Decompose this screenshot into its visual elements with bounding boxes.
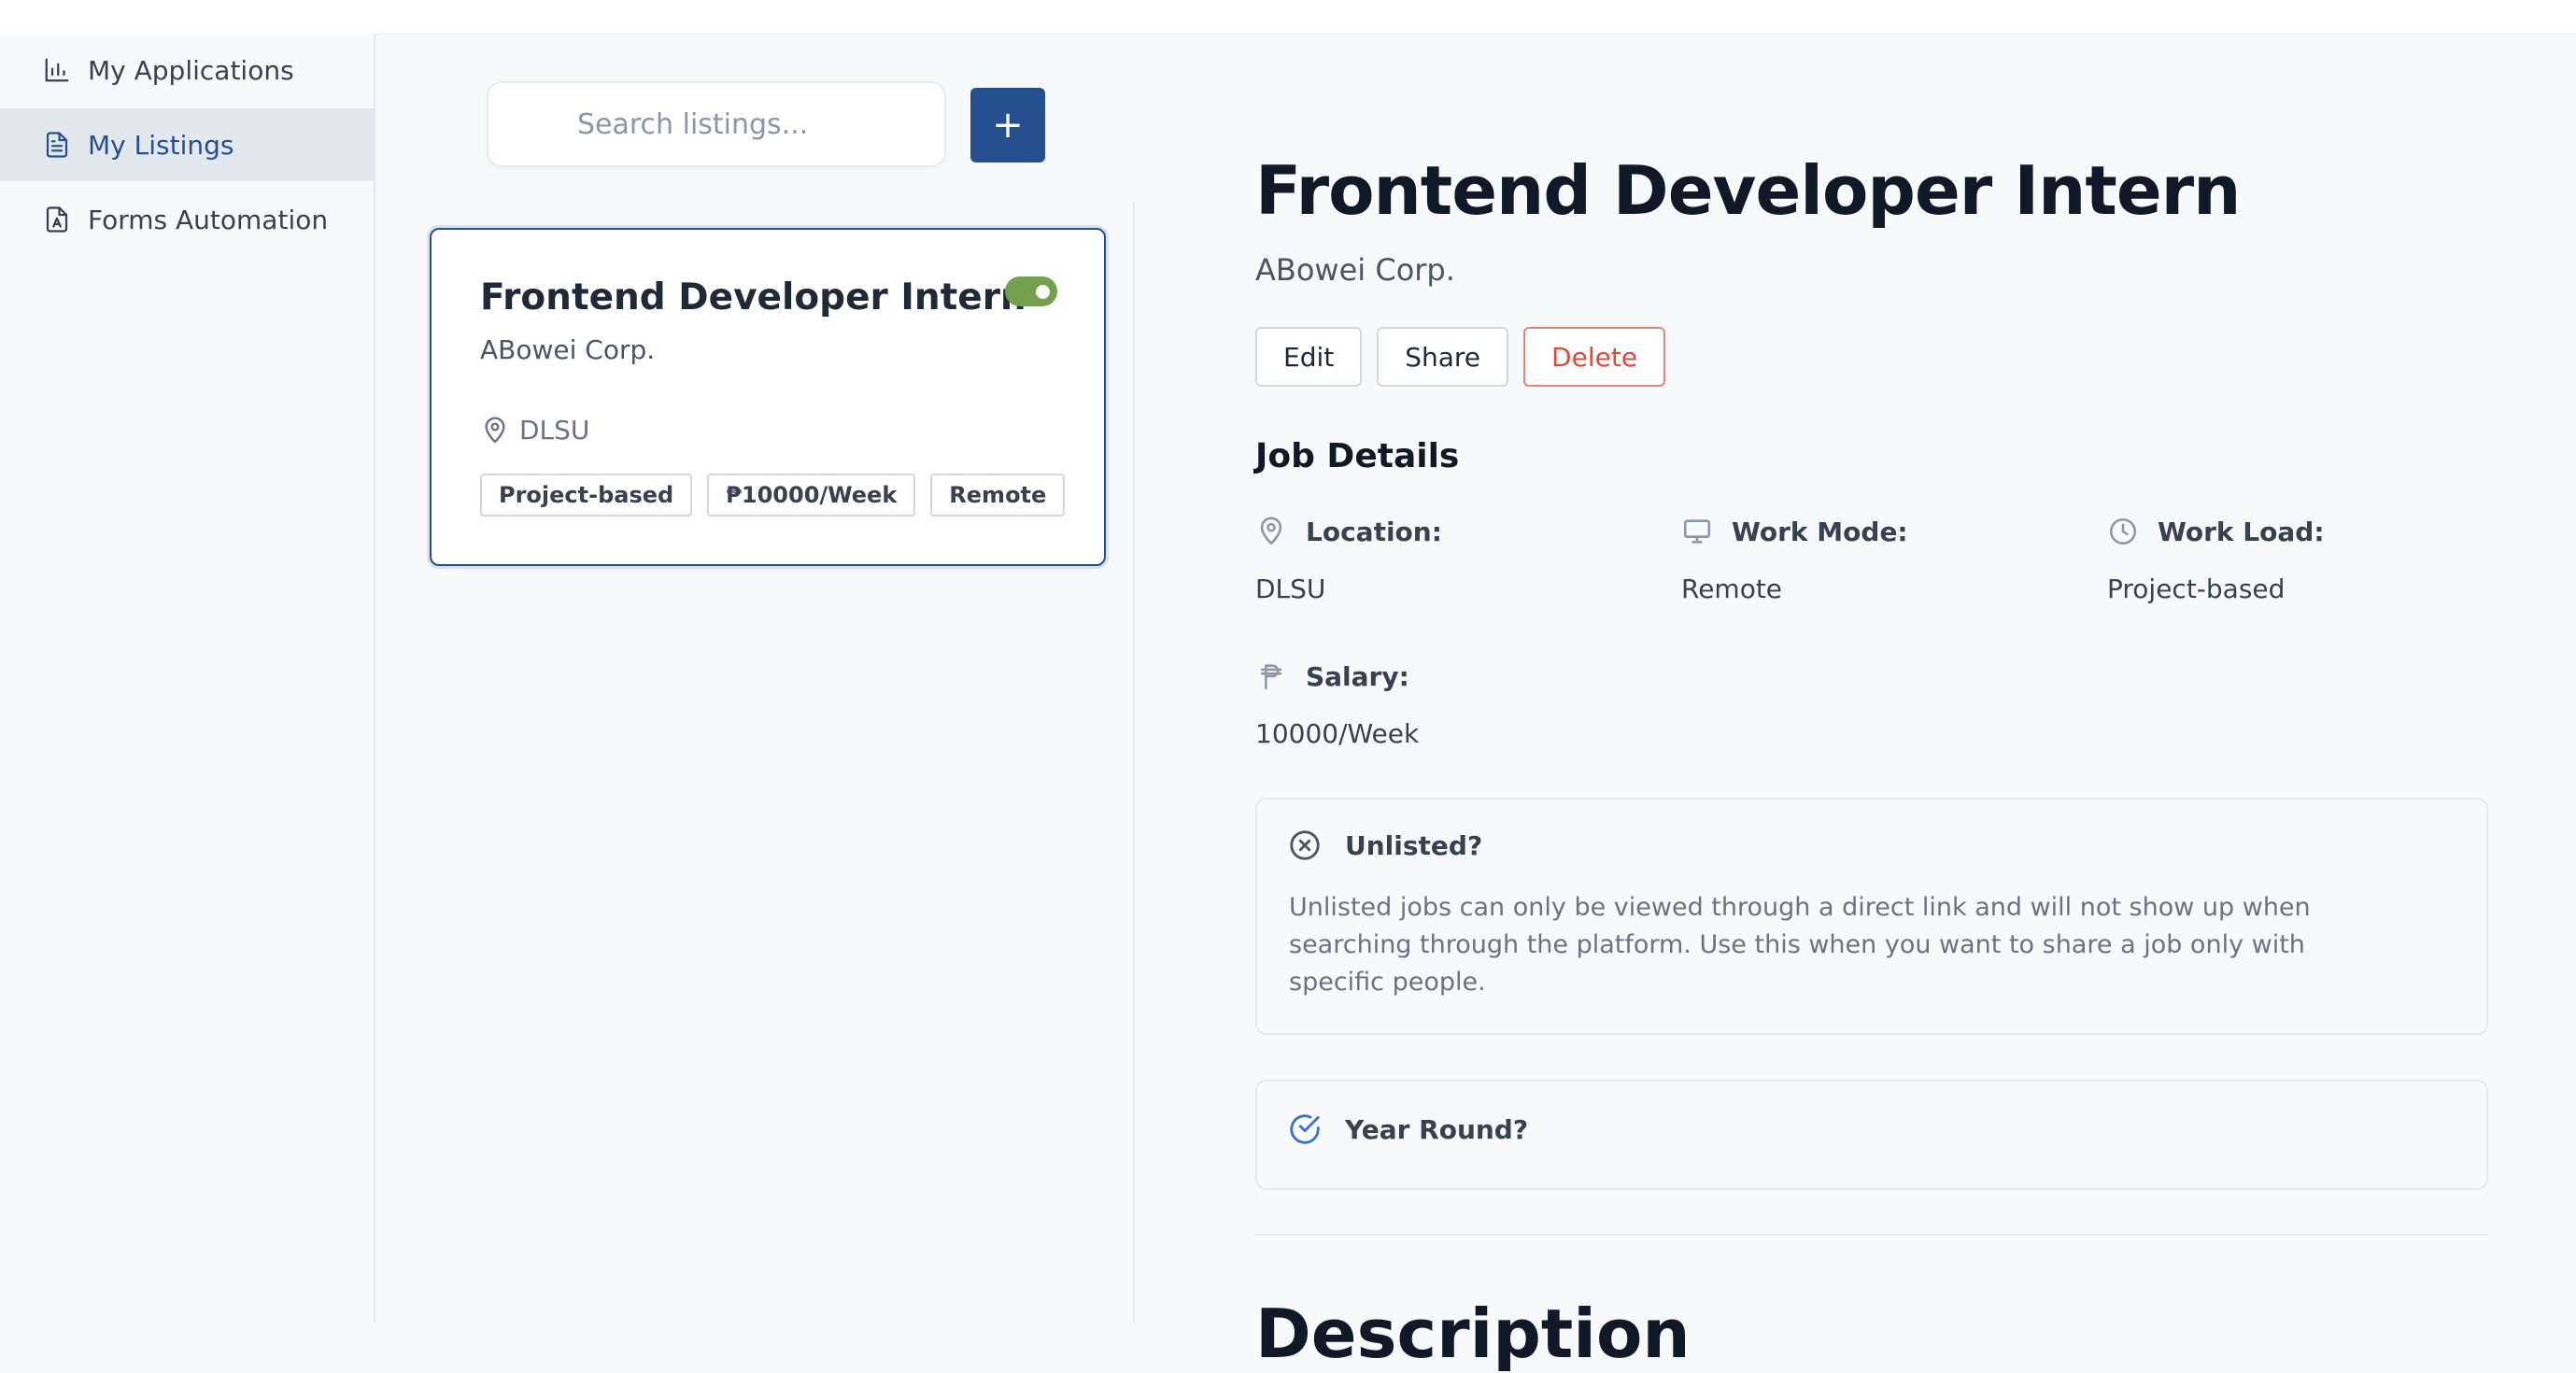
field-work-load: Work Load: Project-based [2107,516,2325,605]
column-divider [1133,202,1135,1323]
share-button[interactable]: Share [1377,327,1509,387]
tag-salary: ₱10000/Week [707,474,916,517]
job-details-heading: Job Details [1255,437,1460,475]
form-icon [43,205,88,234]
listing-toggle[interactable] [1005,276,1057,306]
page-title: Frontend Developer Intern [1255,151,2241,230]
year-round-label: Year Round? [1345,1113,1529,1145]
listing-tags: Project-based ₱10000/Week Remote [480,474,1066,517]
x-circle-icon [1290,830,1320,860]
sidebar: My Applications My Listings Forms Automa… [0,34,375,1323]
listing-title: Frontend Developer Intern [480,276,1026,318]
field-label: Location: [1306,516,1442,547]
listing-location: DLSU [480,415,589,446]
field-value: Project-based [2107,573,2286,604]
top-bar [0,0,2576,35]
edit-button[interactable]: Edit [1255,327,1363,387]
field-label: Work Load: [2158,516,2325,547]
field-value: 10000/Week [1255,718,1420,749]
listing-location-text: DLSU [519,415,590,446]
bar-chart-icon [43,56,88,84]
year-round-box[interactable]: Year Round? [1255,1080,2488,1190]
delete-button[interactable]: Delete [1523,327,1666,387]
sidebar-item-label: Forms Automation [88,204,329,235]
map-pin-icon [485,416,505,443]
peso-icon [1260,664,1282,690]
field-work-mode: Work Mode: Remote [1681,516,1908,605]
clock-icon [2109,517,2137,545]
map-pin-icon [1260,517,1282,545]
sidebar-item-my-applications[interactable]: My Applications [0,34,374,106]
unlisted-label: Unlisted? [1345,829,1483,861]
toggle-knob [1036,285,1050,299]
tag-work-load: Project-based [480,474,693,517]
check-circle-icon [1290,1114,1320,1144]
detail-actions: Edit Share Delete [1255,327,1666,387]
add-listing-button[interactable]: + [970,88,1045,163]
detail-company: ABowei Corp. [1255,252,1455,288]
unlisted-box[interactable]: Unlisted? Unlisted jobs can only be view… [1255,798,2488,1035]
field-salary: Salary: 10000/Week [1255,660,1420,750]
tag-work-mode: Remote [930,474,1066,517]
section-divider [1255,1234,2488,1236]
field-label: Salary: [1306,660,1409,692]
listing-card[interactable]: Frontend Developer Intern ABowei Corp. D… [430,228,1106,566]
sidebar-item-label: My Applications [88,54,294,86]
field-value: Remote [1681,573,1783,604]
field-label: Work Mode: [1732,516,1908,547]
listing-company: ABowei Corp. [480,334,656,365]
search-input[interactable]: Search listings... [487,81,946,167]
sidebar-item-forms-automation[interactable]: Forms Automation [0,183,374,256]
sidebar-item-my-listings[interactable]: My Listings [0,108,374,181]
unlisted-description: Unlisted jobs can only be viewed through… [1289,893,2311,997]
search-placeholder: Search listings... [577,107,809,141]
field-location: Location: DLSU [1255,516,1442,605]
document-icon [43,131,88,159]
description-heading: Description [1255,1295,1691,1373]
sidebar-item-label: My Listings [88,129,234,161]
field-value: DLSU [1255,573,1326,604]
plus-icon: + [992,104,1024,147]
monitor-icon [1683,519,1711,544]
